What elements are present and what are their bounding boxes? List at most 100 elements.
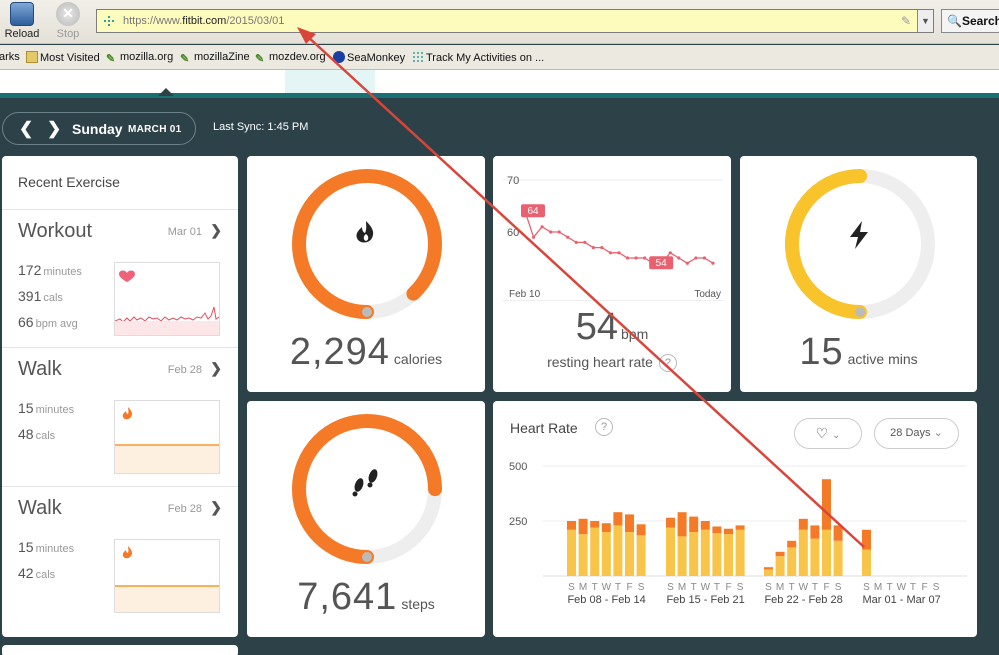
exercise-stat: 172 minutes [18,262,82,278]
steps-total: 7,641 steps [297,576,435,618]
end-value-badge: 54 [649,256,674,270]
chevron-right-icon[interactable]: ❯ [47,119,61,139]
header-divider [0,93,999,98]
lightning-icon [740,220,977,257]
bar-segment-light [677,536,687,576]
exercise-stat: 48 cals [18,426,56,442]
bar-segment-light [862,549,871,576]
bookmark-mozillazine[interactable]: ✎ mozillaZine [180,51,250,65]
selected-date[interactable]: MARCH 01 [128,124,182,135]
day-label: T [615,582,621,593]
day-label: S [835,582,842,593]
card-title: Recent Exercise [18,174,120,190]
exercise-stat: 391 cals [18,288,63,304]
bar-segment-light [833,540,843,576]
bar-segment-light [712,533,722,576]
resting-hr-point [711,261,715,265]
day-label: W [799,582,809,593]
search-button[interactable]: 🔍Search [941,9,999,33]
steps-card[interactable]: 7,641 steps [247,401,485,637]
active-minutes-card[interactable]: 15 active mins [740,156,977,392]
bookmark-fitbit[interactable]: Track My Activities on ... [412,51,544,64]
stop-button[interactable]: Stop [48,2,88,42]
calorie-thumbnail [114,539,220,613]
resting-heart-rate-chart: 70 60 64 54 Feb 10 Today [503,175,723,301]
week-label: Feb 22 - Feb 28 [764,594,842,606]
resting-hr-point [557,230,561,234]
chevron-right-icon[interactable]: ❯ [210,499,222,516]
fitbit-favicon-icon [103,16,115,26]
flame-icon [247,220,485,255]
bar-segment-dark [724,528,733,535]
exercise-item[interactable]: Walk Feb 28 ❯ 15 minutes 48 cals [2,347,238,486]
bookmark-most-visited[interactable]: Most Visited [26,51,100,64]
resting-heart-rate-value: 54 bpm [575,306,649,348]
chevron-right-icon[interactable]: ❯ [210,222,222,239]
bar-segment-light [787,547,797,576]
day-label: M [678,582,686,593]
day-label: F [626,582,632,593]
day-label: S [667,582,674,593]
exercise-item[interactable]: Walk Feb 28 ❯ 15 minutes 42 cals [2,486,238,625]
flame-icon [122,407,132,420]
resting-hr-point [531,235,536,239]
resting-heart-rate-card[interactable]: 70 60 64 54 Feb 10 Today 54 bpm resting heart … [493,156,731,392]
week-label: Mar 01 - Mar 07 [862,594,940,606]
url-bar[interactable]: https://www.fitbit.com/2015/03/01 ✎ ▼ [96,9,934,33]
active-ring-start-dot [855,307,865,317]
bookmark-icon: ✎ [180,53,190,65]
exercise-stat: 15 minutes [18,539,75,555]
heart-rate-filter-button[interactable]: ♡ ⌄ [794,418,862,449]
day-label: T [910,582,916,593]
resting-hr-point [617,251,621,255]
stop-label: Stop [56,28,80,40]
day-label: W [897,582,907,593]
bar-segment-light [689,532,699,576]
day-label: S [638,582,645,593]
help-icon[interactable]: ? [658,354,677,372]
bookmark-mozilla-org[interactable]: ✎ mozilla.org [106,51,173,65]
reload-button[interactable]: Reload [2,2,42,42]
chevron-right-icon[interactable]: ❯ [210,360,222,377]
seamonkey-icon [333,51,345,63]
heart-icon [119,270,135,282]
resting-hr-point [549,230,553,234]
calories-ring-start-dot [362,307,372,317]
chevron-down-icon: ⌄ [933,427,943,439]
resting-hr-point [625,256,630,260]
exercise-date: Mar 01 [167,226,202,238]
fitbit-header: ​ [0,70,999,98]
bookmark-seamonkey[interactable]: SeaMonkey [333,51,405,64]
help-icon[interactable]: ? [595,418,613,436]
bar-segment-dark [712,526,722,534]
chevron-left-icon[interactable]: ❮ [19,119,33,139]
bar-segment-dark [578,518,588,535]
exercise-date: Feb 28 [167,503,202,515]
heart-icon: ♡ [815,425,829,441]
exercise-name: Walk [18,497,62,519]
bar-segment-light [764,569,773,576]
active-nav-highlight [285,70,375,93]
selected-day[interactable]: Sunday [72,121,123,137]
exercise-stat: 15 minutes [18,400,75,416]
url-dropdown-button[interactable]: ▼ [917,10,933,32]
exercise-item[interactable]: Workout Mar 01 ❯ 172 minutes 391 cals 66 bp… [2,209,238,348]
bar-segment-dark [700,521,710,530]
day-label: S [863,582,870,593]
bar-segment-dark [689,516,699,532]
bookmark-mozdev[interactable]: ✎ mozdev.org [255,51,326,65]
bar-segment-dark [666,517,675,528]
range-select[interactable]: 28 Days ⌄ [874,418,959,449]
page-style-icon[interactable]: ✎ [901,14,911,28]
svg-text:64: 64 [527,206,539,217]
day-label: S [933,582,940,593]
exercise-name: Workout [18,220,93,242]
heart-rate-thumbnail [114,262,220,336]
bookmark-icon: ✎ [106,53,116,65]
bar-segment-dark [787,540,797,548]
bookmark-bookmarks[interactable]: arks [0,51,20,63]
resting-hr-line [524,210,714,264]
week-label: Feb 08 - Feb 14 [567,594,645,606]
bar-segment-light [775,556,785,576]
calories-card[interactable]: 2,294 calories [247,156,485,392]
